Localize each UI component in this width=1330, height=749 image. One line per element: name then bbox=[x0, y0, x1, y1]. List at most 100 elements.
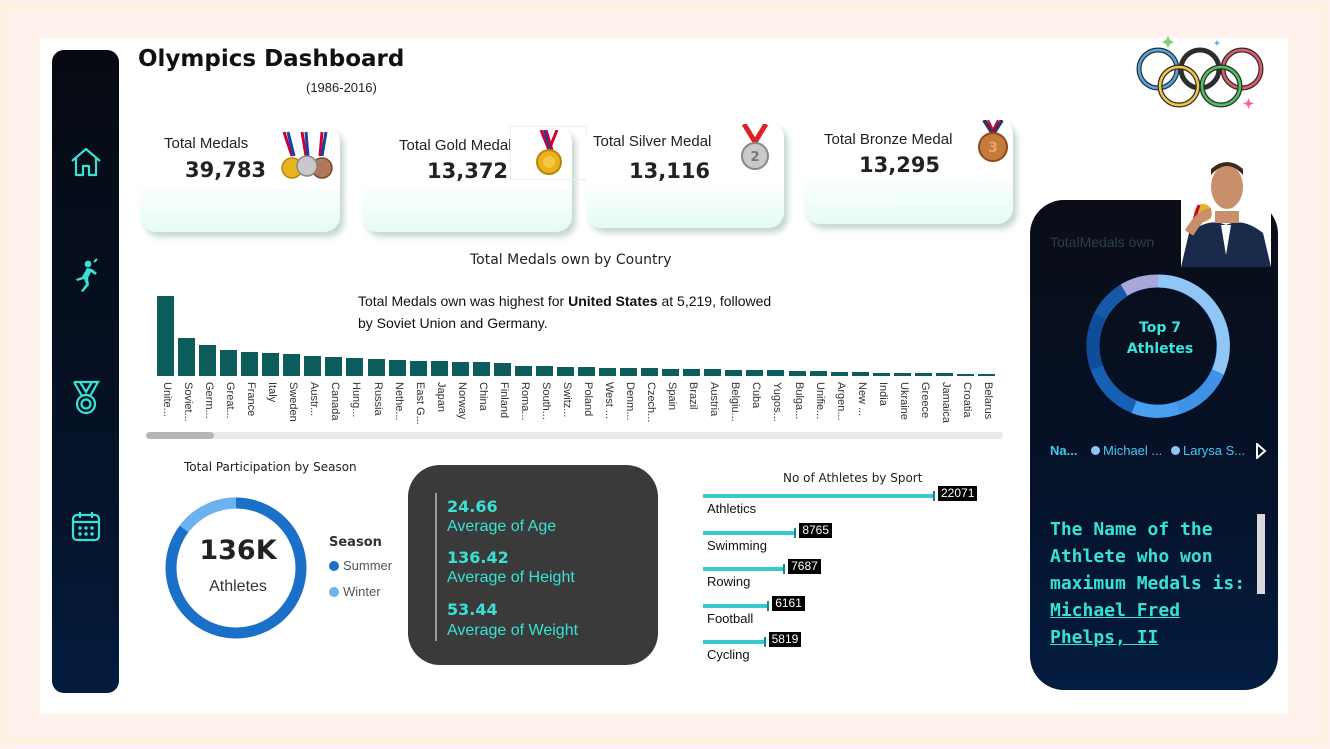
legend-next-arrow-icon[interactable] bbox=[1255, 443, 1267, 459]
donut-segment-winter[interactable] bbox=[179, 497, 237, 533]
country-bar[interactable] bbox=[304, 356, 322, 376]
country-bar[interactable] bbox=[514, 366, 532, 376]
country-bar[interactable] bbox=[935, 373, 953, 376]
legend-item-summer[interactable]: Summer bbox=[329, 558, 392, 573]
country-bar[interactable] bbox=[914, 373, 932, 376]
country-bar[interactable] bbox=[556, 366, 574, 376]
donut-label-line: Top 7 bbox=[1139, 320, 1181, 336]
tick-label: Great... bbox=[224, 382, 237, 419]
country-axis-label: Unite... bbox=[157, 382, 175, 432]
country-bar[interactable] bbox=[388, 360, 406, 376]
country-bar[interactable] bbox=[430, 361, 448, 376]
tick-label: Unifie... bbox=[813, 382, 826, 420]
athlete-icon[interactable] bbox=[68, 258, 104, 294]
sidebar bbox=[52, 50, 119, 693]
sport-bar[interactable] bbox=[703, 531, 795, 535]
country-bar[interactable] bbox=[746, 369, 764, 376]
country-bar[interactable] bbox=[325, 356, 343, 376]
donut-segment[interactable] bbox=[1131, 400, 1181, 418]
chart-scrollbar[interactable] bbox=[146, 432, 1003, 439]
legend-item-larysa[interactable]: Larysa S... bbox=[1171, 443, 1245, 458]
country-bar[interactable] bbox=[725, 369, 743, 376]
country-bar[interactable] bbox=[535, 366, 553, 376]
panel-scrollbar[interactable] bbox=[1257, 514, 1265, 594]
total-silver-card: Total Silver Medal 13,116 2 bbox=[586, 122, 784, 228]
sport-category-label: Athletics bbox=[707, 501, 757, 516]
legend-item-michael[interactable]: Michael ... bbox=[1091, 443, 1162, 458]
country-bar[interactable] bbox=[157, 296, 174, 376]
country-bar[interactable] bbox=[283, 353, 301, 376]
calendar-icon[interactable] bbox=[68, 508, 104, 544]
country-bar[interactable] bbox=[262, 352, 280, 376]
tick-label: Italy bbox=[266, 382, 279, 403]
country-bar[interactable] bbox=[241, 352, 259, 376]
sport-chart-title: No of Athletes by Sport bbox=[783, 471, 923, 485]
home-icon[interactable] bbox=[68, 144, 104, 180]
donut-segment[interactable] bbox=[1120, 274, 1159, 296]
sport-bar[interactable] bbox=[703, 604, 768, 608]
country-bar[interactable] bbox=[767, 370, 785, 376]
sport-data-label: 7687 bbox=[788, 559, 821, 574]
country-axis-label: East G... bbox=[410, 382, 428, 432]
medal-icon[interactable] bbox=[68, 380, 104, 416]
country-bar[interactable] bbox=[178, 337, 196, 376]
country-axis-label: South... bbox=[536, 382, 554, 432]
legend-item-winter[interactable]: Winter bbox=[329, 584, 381, 599]
country-bar[interactable] bbox=[809, 371, 827, 376]
sport-category-label: Swimming bbox=[707, 538, 767, 553]
country-bar[interactable] bbox=[872, 372, 890, 376]
country-bar[interactable] bbox=[851, 372, 869, 376]
sport-bar-tick bbox=[794, 528, 797, 538]
country-bar[interactable] bbox=[956, 373, 974, 376]
country-axis-label: Ukraine bbox=[894, 382, 912, 432]
country-bar[interactable] bbox=[683, 368, 701, 376]
sport-bar[interactable] bbox=[703, 567, 784, 571]
donut-segment[interactable] bbox=[1086, 313, 1106, 371]
athlete-photo bbox=[1181, 155, 1271, 267]
country-bar[interactable] bbox=[641, 368, 659, 376]
card-label: Total Medals bbox=[164, 135, 249, 152]
country-bar[interactable] bbox=[472, 361, 490, 376]
country-bar[interactable] bbox=[578, 367, 595, 376]
legend-label: Michael ... bbox=[1103, 443, 1163, 458]
country-bar[interactable] bbox=[493, 362, 511, 376]
country-bar[interactable] bbox=[788, 370, 806, 376]
card-value: 39,783 bbox=[185, 158, 267, 182]
sport-bar[interactable] bbox=[703, 494, 933, 498]
country-bar[interactable] bbox=[220, 349, 238, 376]
country-bar[interactable] bbox=[704, 369, 722, 376]
donut-segment-larysa[interactable] bbox=[1175, 369, 1224, 415]
donut-segment[interactable] bbox=[1090, 365, 1137, 414]
country-bar[interactable] bbox=[893, 372, 911, 376]
country-axis-label: France bbox=[241, 382, 259, 432]
card-value: 13,372 bbox=[427, 159, 509, 183]
legend-label: Winter bbox=[343, 584, 381, 599]
svg-text:3: 3 bbox=[988, 140, 998, 156]
country-axis-label: Norway bbox=[452, 382, 470, 432]
legend-title: Na... bbox=[1050, 443, 1078, 458]
country-bar[interactable] bbox=[830, 371, 848, 376]
country-bar[interactable] bbox=[199, 344, 217, 376]
tick-label: Czech... bbox=[645, 382, 658, 423]
tick-label: France bbox=[245, 382, 258, 417]
winner-name: Michael Fred Phelps, II bbox=[1050, 600, 1181, 648]
country-axis-label: Austr... bbox=[304, 382, 322, 432]
country-axis-label: Spain bbox=[662, 382, 680, 432]
country-bar[interactable] bbox=[977, 373, 995, 376]
sport-bar[interactable] bbox=[703, 640, 764, 644]
sport-data-label: 5819 bbox=[768, 632, 802, 647]
country-axis-label: Cuba bbox=[746, 382, 764, 432]
country-bar[interactable] bbox=[599, 367, 617, 376]
tick-label: Belarus bbox=[981, 382, 994, 420]
country-axis-label: Soviet... bbox=[178, 382, 196, 432]
country-bar[interactable] bbox=[367, 359, 385, 376]
donut-center-value: 136K bbox=[199, 535, 277, 566]
scrollbar-thumb[interactable] bbox=[146, 432, 214, 439]
country-bar[interactable] bbox=[662, 368, 680, 376]
donut-segment[interactable] bbox=[1094, 284, 1128, 320]
country-bar[interactable] bbox=[409, 360, 427, 376]
country-bar[interactable] bbox=[620, 367, 638, 376]
country-bar[interactable] bbox=[346, 358, 364, 376]
country-bar[interactable] bbox=[451, 361, 469, 376]
donut-center-label: Top 7 Athletes bbox=[1110, 318, 1210, 360]
